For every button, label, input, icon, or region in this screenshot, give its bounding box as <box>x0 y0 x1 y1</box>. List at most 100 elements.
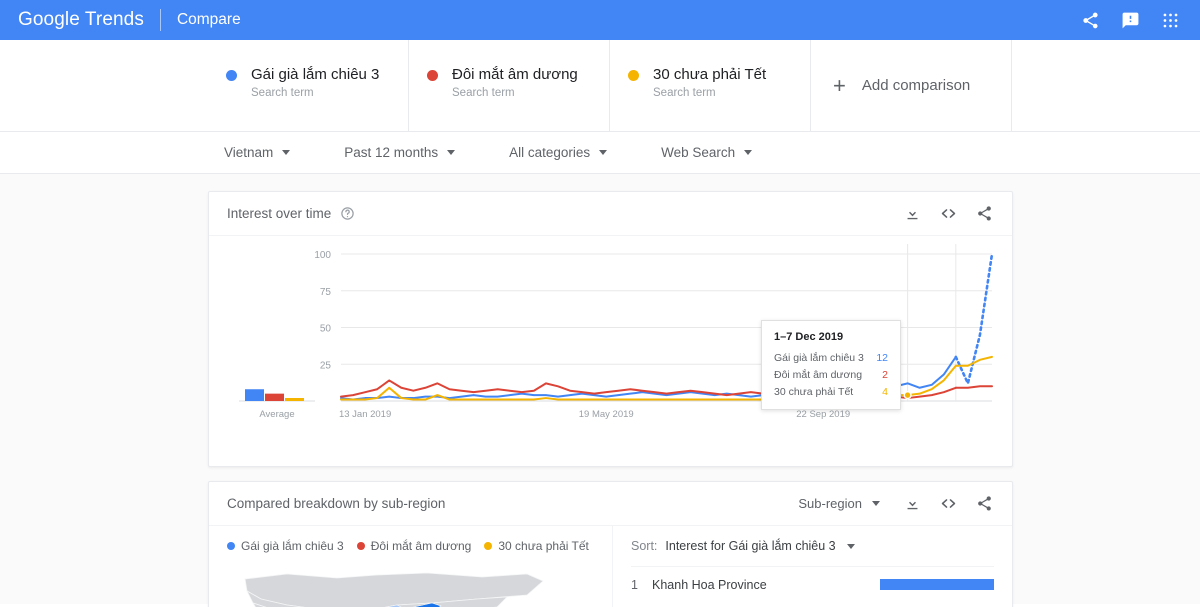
region-rank: 1 <box>631 577 638 592</box>
sort-label: Sort: <box>631 539 658 553</box>
legend-label-2: Đôi mắt âm dương <box>370 539 472 553</box>
download-icon[interactable] <box>903 494 922 513</box>
add-comparison-button[interactable]: + Add comparison <box>811 40 1012 131</box>
share-icon[interactable] <box>975 204 994 223</box>
embed-icon[interactable] <box>939 204 958 223</box>
chevron-down-icon <box>599 150 608 155</box>
legend-item-3: 30 chưa phải Tết <box>484 539 589 553</box>
compared-breakdown-header: Compared breakdown by sub-region Sub-reg… <box>209 482 1012 526</box>
svg-text:13 Jan 2019: 13 Jan 2019 <box>339 409 391 420</box>
svg-text:50: 50 <box>320 324 332 335</box>
breakdown-map-panel: Gái già lắm chiêu 3 Đôi mắt âm dương 30 … <box>209 526 613 607</box>
region-name: Khanh Hoa Province <box>652 577 767 592</box>
term-card-2[interactable]: Đôi mắt âm dương Search term <box>409 40 610 131</box>
tooltip-label-1: Gái già lắm chiêu 3 <box>774 352 864 364</box>
tooltip-label-3: 30 chưa phải Tết <box>774 386 854 398</box>
svg-text:25: 25 <box>320 360 332 371</box>
filter-time-range-label: Past 12 months <box>344 145 439 160</box>
legend-item-1: Gái già lắm chiêu 3 <box>227 539 344 553</box>
tooltip-row-1: Gái già lắm chiêu 3 12 <box>774 352 888 364</box>
filter-bar: Vietnam Past 12 months All categories We… <box>0 132 1200 174</box>
region-bar-track <box>880 579 994 590</box>
interest-over-time-card: Interest over time 100 75 50 25 Average 13 Ja… <box>208 191 1013 467</box>
map-svg <box>244 572 544 607</box>
legend-label-3: 30 chưa phải Tết <box>498 539 589 553</box>
appbar-actions <box>1072 2 1188 38</box>
tooltip-value-3: 4 <box>882 386 888 398</box>
chevron-down-icon <box>282 150 291 155</box>
legend-color-dot-1 <box>227 542 235 550</box>
plus-icon: + <box>833 72 846 98</box>
chevron-down-icon <box>744 150 753 155</box>
share-icon[interactable] <box>1072 2 1108 38</box>
top-app-bar: Google Trends Compare <box>0 0 1200 40</box>
help-icon[interactable] <box>340 206 355 221</box>
table-row[interactable]: 1 Khanh Hoa Province <box>631 566 994 602</box>
chevron-down-icon <box>447 150 456 155</box>
svg-text:100: 100 <box>314 250 331 261</box>
download-icon[interactable] <box>903 204 922 223</box>
brand-logo[interactable]: Google Trends <box>18 9 144 31</box>
brand-divider <box>159 9 161 31</box>
breakdown-actions: Sub-region <box>798 494 994 513</box>
legend-color-dot-2 <box>356 542 365 550</box>
term-type-3: Search term <box>653 87 716 99</box>
feedback-icon[interactable] <box>1112 2 1148 38</box>
filter-category[interactable]: All categories <box>509 145 608 160</box>
filter-category-label: All categories <box>509 145 591 160</box>
term-card-1[interactable]: Gái già lắm chiêu 3 Search term <box>208 40 409 131</box>
brand-text: Google Trends <box>18 9 144 30</box>
filter-search-type-label: Web Search <box>661 145 736 160</box>
term-name-2: Đôi mắt âm dương <box>452 66 578 83</box>
legend-color-dot-3 <box>484 542 493 550</box>
filter-location[interactable]: Vietnam <box>224 145 291 160</box>
term-type-2: Search term <box>452 87 515 99</box>
sort-control[interactable]: Sort: Interest for Gái già lắm chiêu 3 <box>631 539 994 553</box>
filter-search-type[interactable]: Web Search <box>661 145 753 160</box>
legend-item-2: Đôi mắt âm dương <box>356 539 472 553</box>
tooltip-row-2: Đôi mắt âm dương 2 <box>774 369 888 381</box>
chart-tooltip: 1–7 Dec 2019 Gái già lắm chiêu 3 12 Đôi … <box>761 320 901 410</box>
tooltip-date: 1–7 Dec 2019 <box>774 331 844 343</box>
filter-location-label: Vietnam <box>224 145 274 160</box>
apps-grid-icon[interactable] <box>1152 2 1188 38</box>
embed-icon[interactable] <box>939 494 958 513</box>
vietnam-map[interactable] <box>227 565 612 607</box>
svg-text:Average: Average <box>259 409 294 420</box>
page-title: Interest over time <box>227 206 332 221</box>
term-card-3[interactable]: 30 chưa phải Tết Search term <box>610 40 811 131</box>
section-title-compare: Compare <box>176 11 241 28</box>
subregion-scope-select[interactable]: Sub-region <box>798 496 880 511</box>
tooltip-value-1: 12 <box>876 352 888 364</box>
term-type-1: Search term <box>251 87 314 99</box>
legend-label-1: Gái già lắm chiêu 3 <box>241 539 344 553</box>
page-body: Interest over time 100 75 50 25 Average 13 Ja… <box>0 174 1200 607</box>
svg-text:22 Sep 2019: 22 Sep 2019 <box>796 409 850 420</box>
interest-over-time-chart[interactable]: 100 75 50 25 Average 13 Jan 2019 19 May 2019 22… <box>209 236 1012 466</box>
share-icon[interactable] <box>975 494 994 513</box>
term-name-1: Gái già lắm chiêu 3 <box>251 66 380 83</box>
chevron-down-icon <box>872 501 880 506</box>
chart-actions <box>903 204 994 223</box>
breakdown-body: Gái già lắm chiêu 3 Đôi mắt âm dương 30 … <box>209 526 1012 607</box>
tooltip-row-3: 30 chưa phải Tết 4 <box>774 386 888 398</box>
subregion-scope-label: Sub-region <box>798 496 862 511</box>
region-bar <box>880 579 994 590</box>
term-color-dot-3 <box>628 69 639 81</box>
filter-time-range[interactable]: Past 12 months <box>344 145 456 160</box>
svg-text:19 May 2019: 19 May 2019 <box>579 409 634 420</box>
breakdown-list-panel: Sort: Interest for Gái già lắm chiêu 3 1… <box>613 526 1012 607</box>
compared-breakdown-card: Compared breakdown by sub-region Sub-reg… <box>208 481 1013 607</box>
sort-value: Interest for Gái già lắm chiêu 3 <box>665 539 836 553</box>
tooltip-value-2: 2 <box>882 369 888 381</box>
tooltip-label-2: Đôi mắt âm dương <box>774 369 863 381</box>
svg-text:75: 75 <box>320 287 332 298</box>
breakdown-legend: Gái già lắm chiêu 3 Đôi mắt âm dương 30 … <box>227 539 612 553</box>
chevron-down-icon <box>846 543 855 549</box>
term-name-3: 30 chưa phải Tết <box>653 66 767 83</box>
add-comparison-label: Add comparison <box>861 77 971 94</box>
breakdown-title: Compared breakdown by sub-region <box>227 496 446 511</box>
term-color-dot-1 <box>226 69 237 81</box>
term-color-dot-2 <box>427 69 438 81</box>
comparison-terms-row: Gái già lắm chiêu 3 Search term Đôi mắt … <box>0 40 1200 132</box>
